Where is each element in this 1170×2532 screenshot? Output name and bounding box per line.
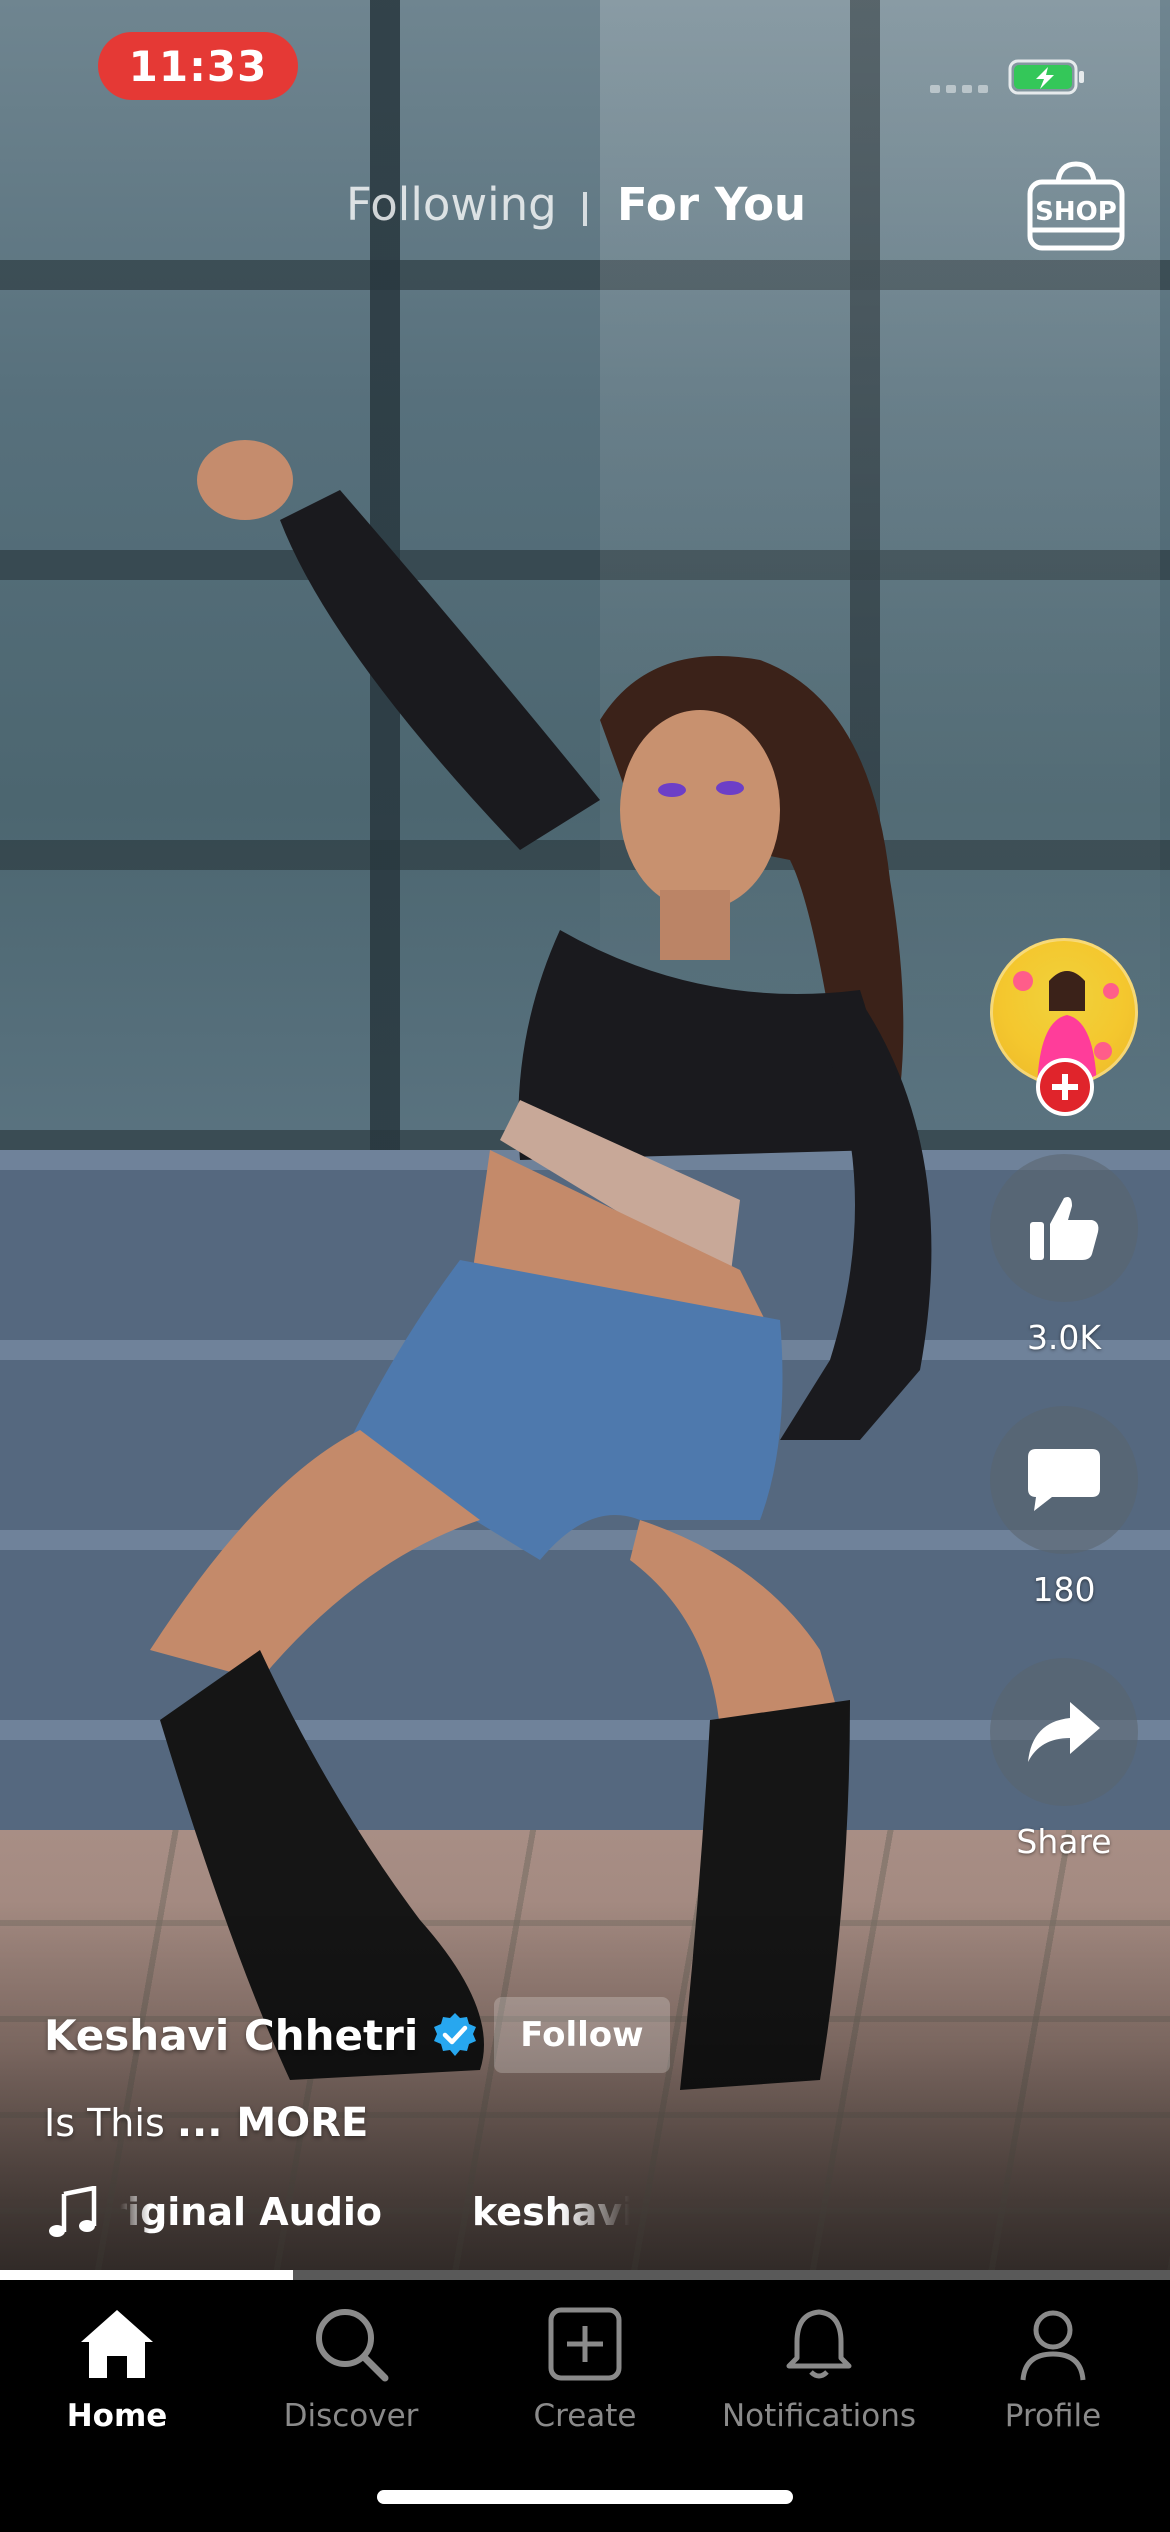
feed-tabs: Following For You	[0, 178, 1170, 240]
signal-icon	[930, 85, 988, 93]
video-progress-fill	[0, 2270, 293, 2280]
shop-label: SHOP	[1035, 197, 1117, 227]
plus-icon	[1052, 1074, 1078, 1100]
follow-plus-button[interactable]	[1036, 1058, 1094, 1116]
audio-row[interactable]: Original Audio keshavichh	[48, 2180, 648, 2244]
audio-username: keshavichh	[472, 2190, 630, 2234]
like-count: 3.0K	[1026, 1318, 1102, 1357]
tab-profile-label: Profile	[1004, 2398, 1102, 2434]
tab-discover[interactable]: Discover	[234, 2304, 468, 2454]
tab-profile[interactable]: Profile	[936, 2304, 1170, 2454]
video-player[interactable]	[0, 0, 1170, 2270]
caption-more-link[interactable]: ... MORE	[177, 2100, 368, 2146]
like-button[interactable]	[990, 1154, 1138, 1302]
video-progress-bar[interactable]	[0, 2270, 1170, 2280]
person-icon	[1020, 2310, 1086, 2381]
home-icon	[81, 2310, 153, 2378]
music-note-icon	[49, 2186, 97, 2237]
comment-button[interactable]	[990, 1406, 1138, 1554]
creator-row: Keshavi Chhetri Follow	[44, 1997, 670, 2073]
search-icon	[316, 2309, 389, 2382]
creator-avatar-button[interactable]	[990, 938, 1138, 1116]
tab-create[interactable]: Create	[468, 2304, 702, 2454]
audio-marquee: Original Audio keshavichh	[120, 2190, 630, 2234]
shop-bag-icon[interactable]: SHOP	[1024, 158, 1128, 254]
verified-badge-icon	[434, 2013, 477, 2056]
create-icon	[548, 2307, 622, 2381]
audio-title: Original Audio	[120, 2190, 383, 2234]
bell-icon	[786, 2309, 852, 2379]
tab-notifications[interactable]: Notifications	[702, 2304, 936, 2454]
creator-name[interactable]: Keshavi Chhetri	[44, 2011, 418, 2060]
share-button[interactable]	[990, 1658, 1138, 1806]
comment-count: 180	[1032, 1570, 1096, 1609]
status-time: 11:33	[98, 32, 298, 100]
tab-home[interactable]: Home	[0, 2304, 234, 2454]
share-label: Share	[1016, 1822, 1112, 1861]
tab-discover-label: Discover	[283, 2398, 419, 2434]
tab-for-you[interactable]: For You	[617, 178, 806, 231]
tab-home-label: Home	[66, 2398, 168, 2434]
tab-following[interactable]: Following	[346, 178, 557, 231]
home-indicator	[377, 2490, 793, 2504]
post-caption[interactable]: Is This ... MORE	[44, 2100, 368, 2146]
comment-bubble-icon	[1028, 1449, 1100, 1511]
thumbs-up-icon	[1030, 1197, 1099, 1260]
tab-notifications-label: Notifications	[721, 2398, 917, 2434]
tab-divider	[583, 192, 587, 226]
follow-button[interactable]: Follow	[494, 1997, 670, 2073]
share-arrow-icon	[1028, 1702, 1100, 1762]
caption-text: Is This	[44, 2101, 177, 2145]
tab-create-label: Create	[533, 2398, 637, 2434]
battery-charging-icon	[1008, 59, 1084, 95]
